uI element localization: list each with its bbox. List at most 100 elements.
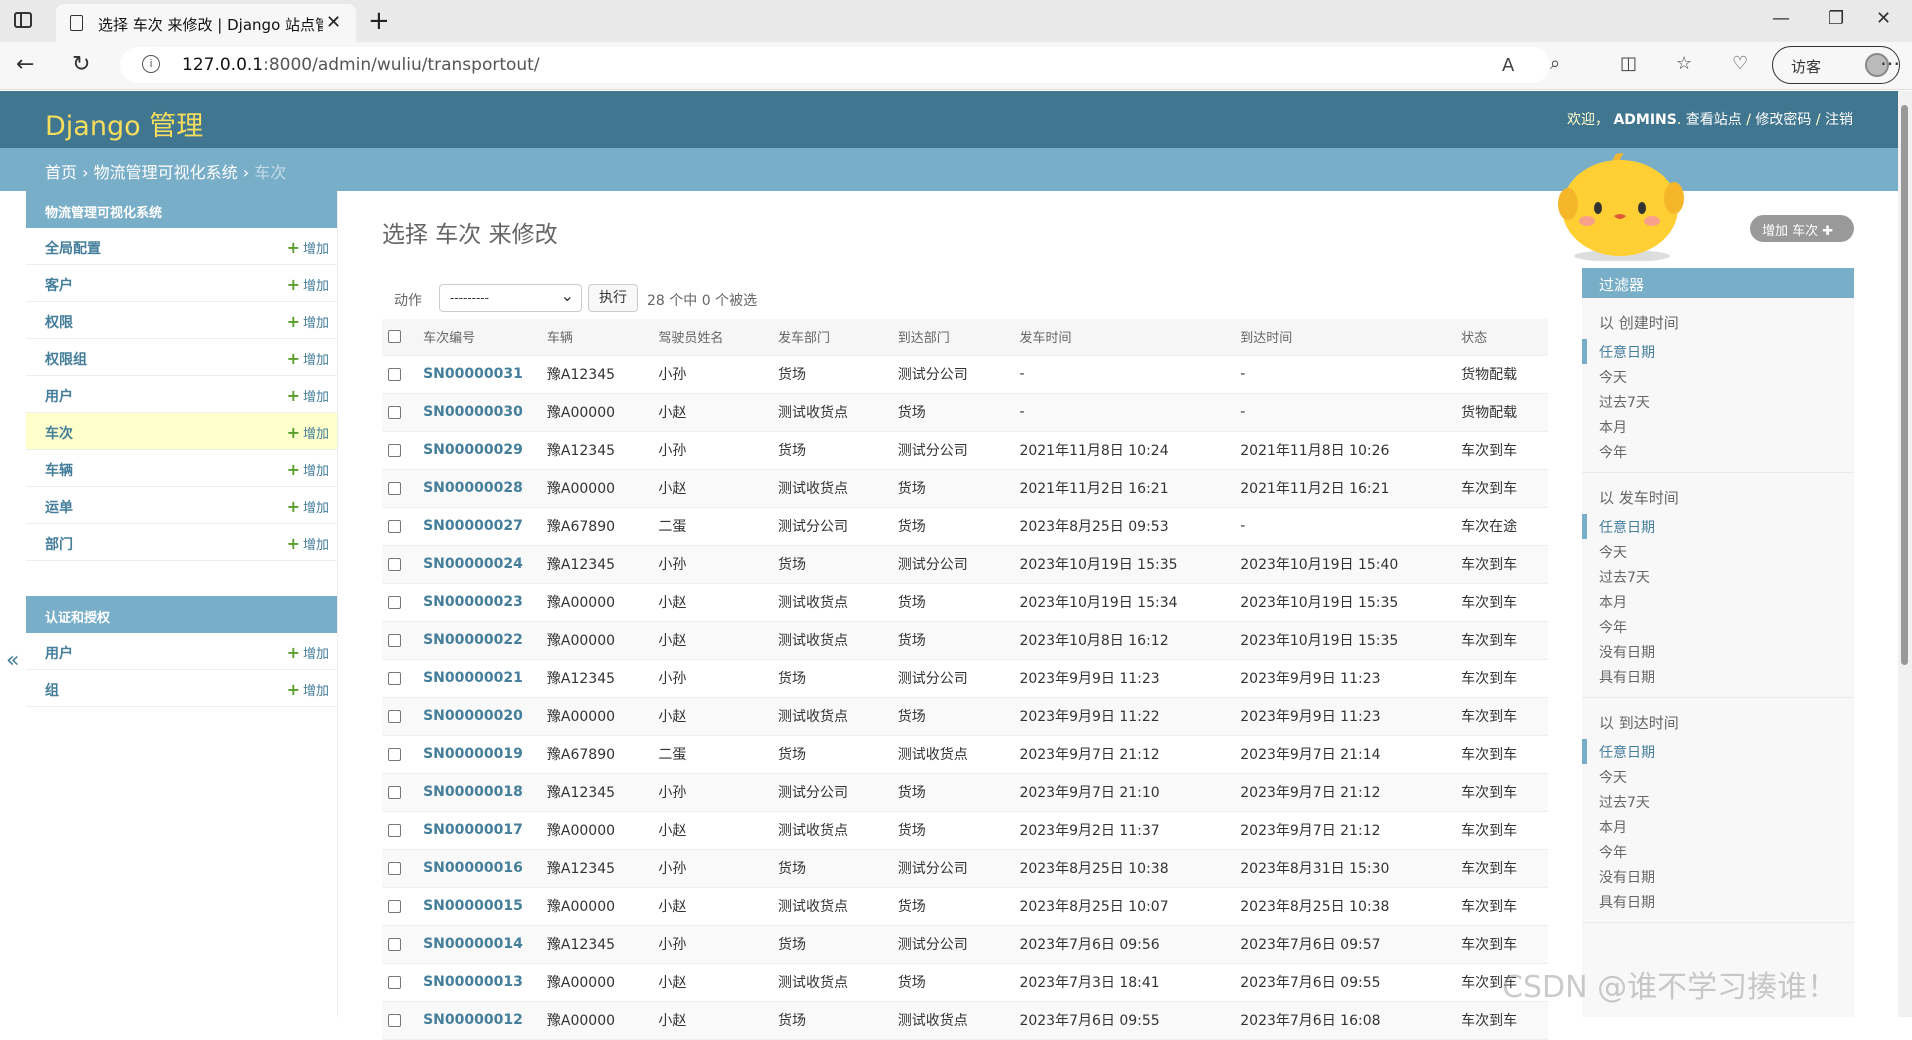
sidebar-item[interactable]: 用户 + 增加 [26,633,337,670]
filter-option[interactable]: 没有日期 [1582,639,1854,664]
filter-option[interactable]: 今年 [1582,439,1854,464]
sidebar-item[interactable]: 全局配置 + 增加 [26,228,337,265]
more-icon[interactable]: ⋯ [1880,51,1900,75]
row-checkbox[interactable] [388,557,401,571]
add-link[interactable]: + 增加 [287,497,329,516]
transport-link[interactable]: SN00000028 [423,480,523,496]
column-header[interactable]: 到达部门 [891,319,1014,356]
sidebar-item-label[interactable]: 车辆 [45,460,73,480]
add-transport-button[interactable]: 增加 车次 ✚ [1750,215,1854,242]
row-checkbox[interactable] [388,1013,401,1027]
filter-option[interactable]: 过去7天 [1582,389,1854,414]
add-link[interactable]: + 增加 [287,386,329,405]
filter-option[interactable]: 任意日期 [1582,514,1854,539]
transport-link[interactable]: SN00000021 [423,670,523,686]
column-header[interactable]: 驾驶员姓名 [652,319,773,356]
filter-option[interactable]: 没有日期 [1582,864,1854,889]
sidebar-item[interactable]: 客户 + 增加 [26,265,337,302]
reload-icon[interactable]: ↻ [72,52,90,77]
transport-link[interactable]: SN00000020 [423,708,523,724]
filter-option[interactable]: 今年 [1582,614,1854,639]
transport-link[interactable]: SN00000014 [423,936,523,952]
sidebar-item-label[interactable]: 运单 [45,497,73,517]
sidebar-item[interactable]: 车次 + 增加 [26,413,337,450]
change-password-link[interactable]: 修改密码 [1755,112,1811,128]
view-site-link[interactable]: 查看站点 [1686,112,1742,128]
add-link[interactable]: + 增加 [287,275,329,294]
filter-option[interactable]: 本月 [1582,814,1854,839]
add-link[interactable]: + 增加 [287,460,329,479]
site-branding[interactable]: Django 管理 [45,104,203,143]
filter-option[interactable]: 本月 [1582,589,1854,614]
sidebar-item-label[interactable]: 用户 [45,386,73,406]
column-header[interactable]: 到达时间 [1234,319,1456,356]
column-header[interactable]: 状态 [1455,319,1548,356]
restore-icon[interactable]: ❐ [1828,8,1844,29]
module-caption-app[interactable]: 物流管理可视化系统 [26,191,337,228]
url-field[interactable]: i 127.0.0.1:8000/admin/wuliu/transportou… [120,47,1560,83]
filter-option[interactable]: 任意日期 [1582,739,1854,764]
add-link[interactable]: + 增加 [287,643,329,662]
scrollbar-thumb[interactable] [1901,105,1908,665]
column-header[interactable]: 车辆 [540,319,653,356]
info-icon[interactable]: i [142,55,160,73]
filter-option[interactable]: 今天 [1582,539,1854,564]
performance-icon[interactable]: ♡ [1732,53,1748,74]
row-checkbox[interactable] [388,709,401,723]
filter-option[interactable]: 今年 [1582,839,1854,864]
new-tab-icon[interactable]: + [368,6,390,36]
transport-link[interactable]: SN00000013 [423,974,523,990]
sidebar-item-label[interactable]: 权限组 [45,349,87,369]
action-select[interactable]: --------- [439,284,582,312]
row-checkbox[interactable] [388,633,401,647]
row-checkbox[interactable] [388,671,401,685]
split-screen-icon[interactable]: ◫ [1620,53,1637,74]
row-checkbox[interactable] [388,861,401,875]
column-header[interactable]: 发车时间 [1013,319,1235,356]
transport-link[interactable]: SN00000023 [423,594,523,610]
row-checkbox[interactable] [388,519,401,533]
select-all-checkbox[interactable] [388,330,401,344]
sidebar-item-label[interactable]: 客户 [45,275,73,295]
filter-option[interactable]: 今天 [1582,364,1854,389]
add-link[interactable]: + 增加 [287,423,329,442]
add-link[interactable]: + 增加 [287,534,329,553]
sidebar-item-label[interactable]: 权限 [45,312,73,332]
filter-option[interactable]: 今天 [1582,764,1854,789]
add-link[interactable]: + 增加 [287,238,329,257]
row-checkbox[interactable] [388,367,401,381]
row-checkbox[interactable] [388,595,401,609]
add-link[interactable]: + 增加 [287,680,329,699]
page-scrollbar[interactable] [1898,91,1912,1017]
sidebar-item-label[interactable]: 用户 [45,643,73,663]
row-checkbox[interactable] [388,899,401,913]
row-checkbox[interactable] [388,785,401,799]
transport-link[interactable]: SN00000024 [423,556,523,572]
row-checkbox[interactable] [388,481,401,495]
close-tab-icon[interactable]: ✕ [326,12,341,33]
minimize-icon[interactable]: — [1772,8,1790,29]
sidebar-item-label[interactable]: 全局配置 [45,238,101,258]
breadcrumb-app[interactable]: 物流管理可视化系统 [94,163,238,182]
filter-option[interactable]: 过去7天 [1582,789,1854,814]
add-link[interactable]: + 增加 [287,312,329,331]
filter-option[interactable]: 本月 [1582,414,1854,439]
read-aloud-icon[interactable]: A [1502,55,1514,76]
sidebar-item[interactable]: 权限 + 增加 [26,302,337,339]
collapse-sidebar-icon[interactable]: « [6,648,19,673]
row-checkbox[interactable] [388,937,401,951]
sidebar-item[interactable]: 权限组 + 增加 [26,339,337,376]
back-icon[interactable]: ← [16,52,34,77]
sidebar-toggle-icon[interactable] [14,12,32,28]
sidebar-item[interactable]: 部门 + 增加 [26,524,337,561]
sidebar-item-label[interactable]: 部门 [45,534,73,554]
close-window-icon[interactable]: ✕ [1876,8,1891,29]
row-checkbox[interactable] [388,405,401,419]
row-checkbox[interactable] [388,823,401,837]
transport-link[interactable]: SN00000022 [423,632,523,648]
sidebar-item[interactable]: 车辆 + 增加 [26,450,337,487]
zoom-icon[interactable]: ⌕ [1550,53,1560,74]
row-checkbox[interactable] [388,747,401,761]
transport-link[interactable]: SN00000030 [423,404,523,420]
sidebar-item[interactable]: 用户 + 增加 [26,376,337,413]
